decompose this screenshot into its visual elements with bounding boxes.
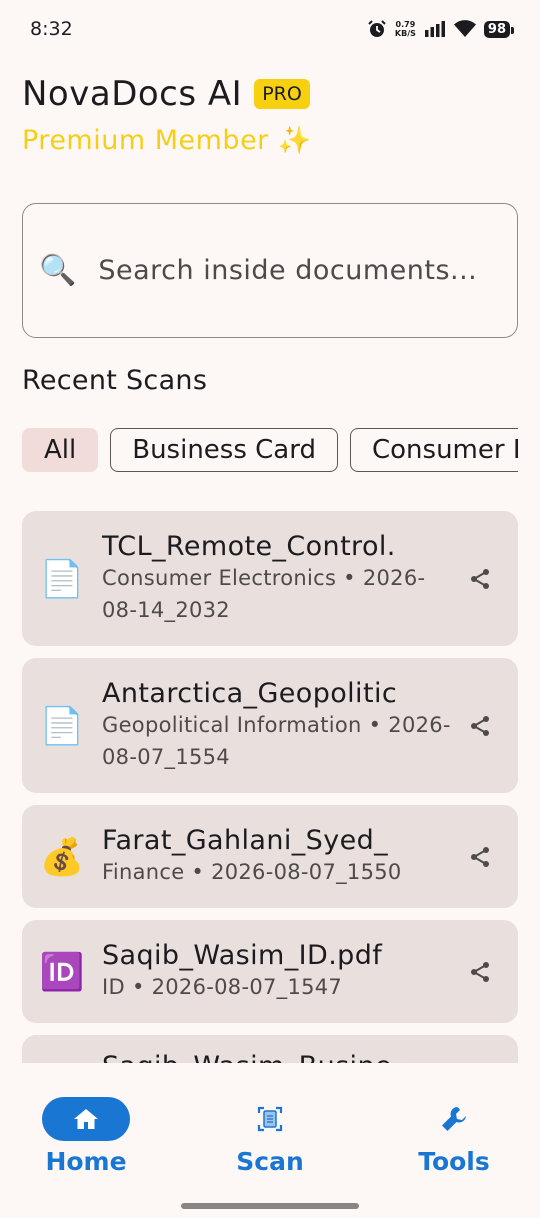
cellular-signal-icon xyxy=(424,21,445,37)
status-icons: 0.79 KB/S 98 xyxy=(367,19,515,39)
nav-scan[interactable]: Scan xyxy=(195,1097,345,1176)
nav-tools[interactable]: Tools xyxy=(379,1097,529,1176)
scan-title: TCL_Remote_Control. xyxy=(102,531,396,562)
scan-title: Saqib_Wasim_ID.pdf xyxy=(102,940,383,971)
recent-scans-list: 📄 TCL_Remote_Control. Consumer Electroni… xyxy=(22,511,518,1063)
filter-chip-consumer-electronics[interactable]: Consumer Electronics xyxy=(349,428,518,472)
home-icon xyxy=(42,1097,130,1141)
app-title: NovaDocs AI xyxy=(22,74,243,114)
search-icon: 🔍 xyxy=(39,253,77,288)
document-icon: 📄 xyxy=(39,705,85,747)
battery-indicator: 98 xyxy=(483,20,515,38)
scan-title: Antarctica_Geopolitic xyxy=(102,678,398,709)
net-speed-unit: KB/S xyxy=(394,29,416,38)
nav-scan-label: Scan xyxy=(236,1147,304,1176)
status-bar: 8:32 0.79 KB/S 98 xyxy=(0,0,540,58)
scan-subtitle: Geopolitical Information • 2026-08-07_15… xyxy=(102,713,451,769)
recent-scans-title: Recent Scans xyxy=(22,365,208,396)
status-time: 8:32 xyxy=(30,18,73,40)
scan-icon xyxy=(226,1097,314,1141)
nav-tools-label: Tools xyxy=(418,1147,490,1176)
scan-title: Saqib_Wasim_Busine xyxy=(102,1051,500,1063)
scan-subtitle: ID • 2026-08-07_1547 xyxy=(102,975,343,999)
document-icon: 📄 xyxy=(39,558,85,600)
net-speed-value: 0.79 xyxy=(395,20,416,29)
id-icon: 🆔 xyxy=(39,951,85,993)
scan-item[interactable]: 📄 Antarctica_Geopolitic Geopolitical Inf… xyxy=(22,658,518,793)
nav-home-label: Home xyxy=(45,1147,127,1176)
membership-label: Premium Member ✨ xyxy=(22,125,312,156)
wrench-icon xyxy=(410,1097,498,1141)
home-indicator[interactable] xyxy=(181,1203,359,1209)
filter-chip-business-card[interactable]: Business Card xyxy=(110,428,338,472)
scan-item[interactable]: 💰 Farat_Gahlani_Syed_ Finance • 2026-08-… xyxy=(22,805,518,908)
pro-badge: PRO xyxy=(254,79,310,109)
wifi-icon xyxy=(453,20,476,37)
scan-item[interactable]: Saqib_Wasim_Busine xyxy=(22,1035,518,1063)
nav-home[interactable]: Home xyxy=(11,1097,161,1176)
share-icon[interactable] xyxy=(460,845,500,869)
scan-subtitle: Consumer Electronics • 2026-08-14_2032 xyxy=(102,566,426,622)
share-icon[interactable] xyxy=(460,567,500,591)
search-placeholder: Search inside documents... xyxy=(98,254,478,286)
filter-chip-all[interactable]: All xyxy=(22,428,99,472)
scan-subtitle: Finance • 2026-08-07_1550 xyxy=(102,860,402,884)
bottom-nav: Home Scan Tools xyxy=(0,1063,540,1218)
alarm-icon xyxy=(368,20,386,37)
header: NovaDocs AI PRO Premium Member ✨ xyxy=(22,74,518,156)
money-bag-icon: 💰 xyxy=(39,836,85,878)
scan-title: Farat_Gahlani_Syed_ xyxy=(102,825,389,856)
scan-item[interactable]: 🆔 Saqib_Wasim_ID.pdf ID • 2026-08-07_154… xyxy=(22,920,518,1023)
search-input[interactable]: 🔍 Search inside documents... xyxy=(22,203,518,338)
scan-item[interactable]: 📄 TCL_Remote_Control. Consumer Electroni… xyxy=(22,511,518,646)
net-speed: 0.79 KB/S xyxy=(395,20,416,38)
filter-chips: All Business Card Consumer Electronics xyxy=(22,428,518,474)
share-icon[interactable] xyxy=(460,714,500,738)
share-icon[interactable] xyxy=(460,960,500,984)
